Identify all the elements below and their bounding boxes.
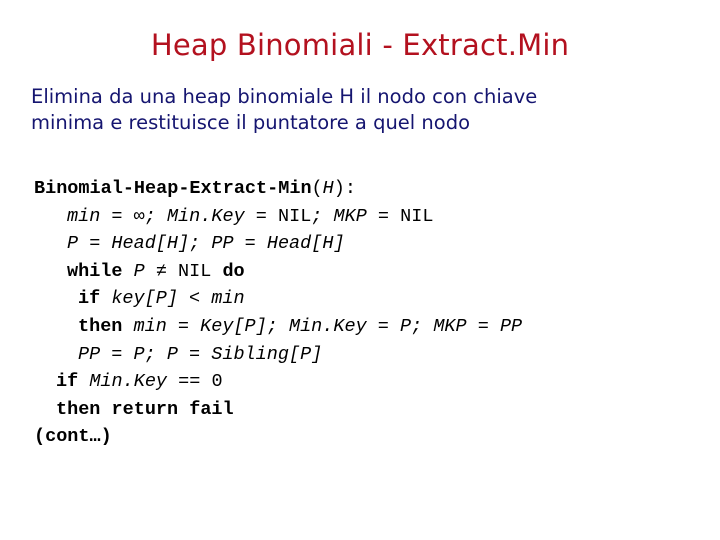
code-line-if-minkey: if Min.Key == 0 bbox=[34, 368, 714, 396]
code-line-then-return: then return fail bbox=[34, 396, 714, 424]
paren-open: ( bbox=[311, 178, 323, 199]
stmt-min-key: min = Key[P] bbox=[122, 315, 267, 337]
code-line-continuation: (cont…) bbox=[34, 423, 714, 451]
keyword-if-2: if bbox=[56, 371, 79, 393]
semicolon-1: ; bbox=[144, 205, 167, 227]
slide-root: Heap Binomiali - Extract.Min Elimina da … bbox=[0, 0, 720, 540]
cond-key-lt-min: key[P] < min bbox=[100, 288, 245, 310]
var-minkey-2: Min.Key bbox=[288, 315, 367, 337]
procedure-arg: H bbox=[322, 178, 334, 199]
page-title: Heap Binomiali - Extract.Min bbox=[150, 28, 570, 62]
code-line-init-pointers: P = Head[H]; PP = Head[H] bbox=[34, 230, 714, 258]
var-mkp: MKP bbox=[333, 205, 367, 227]
const-nil-1: NIL bbox=[277, 205, 312, 227]
description-line-1: Elimina da una heap binomiale H il nodo … bbox=[31, 85, 538, 108]
code-line-advance: PP = P; P = Sibling[P] bbox=[34, 341, 714, 369]
equality-op: == bbox=[167, 371, 212, 393]
continuation-marker: (cont…) bbox=[34, 426, 112, 448]
const-nil-2: NIL bbox=[400, 205, 434, 227]
keyword-if-1: if bbox=[78, 288, 101, 310]
code-line-signature: Binomial-Heap-Extract-Min(H): bbox=[34, 175, 714, 203]
stmt-p-sibling: P = Sibling[P] bbox=[166, 343, 323, 365]
var-minkey: Min.Key bbox=[166, 205, 245, 227]
semicolon-6: ; bbox=[144, 343, 167, 365]
not-equal-symbol: ≠ bbox=[155, 260, 167, 282]
semicolon-5: ; bbox=[411, 315, 434, 337]
var-mkp-2: MKP bbox=[433, 315, 467, 337]
procedure-name: Binomial-Heap-Extract-Min bbox=[34, 178, 312, 199]
code-line-then-update: then min = Key[P]; Min.Key = P; MKP = PP bbox=[34, 313, 714, 341]
const-zero: 0 bbox=[211, 371, 223, 393]
assign-op-4: = bbox=[466, 315, 500, 337]
var-minkey-3: Min.Key bbox=[78, 371, 168, 393]
stmt-pp-head: PP = Head[H] bbox=[211, 233, 345, 255]
infinity-symbol: ∞ bbox=[133, 205, 145, 227]
code-line-init-min: min = ∞; Min.Key = NIL; MKP = NIL bbox=[34, 203, 714, 231]
semicolon-4: ; bbox=[266, 315, 289, 337]
slide-description: Elimina da una heap binomiale H il nodo … bbox=[31, 84, 631, 136]
keyword-while: while bbox=[67, 260, 123, 282]
assign-op-1: = bbox=[244, 205, 278, 227]
code-line-while: while P ≠ NIL do bbox=[34, 258, 714, 286]
paren-close-colon: ): bbox=[333, 178, 356, 199]
const-nil-3: NIL bbox=[166, 260, 223, 282]
code-line-if-key: if key[P] < min bbox=[34, 285, 714, 313]
var-p-2: P bbox=[400, 315, 412, 337]
var-pp-2: PP bbox=[499, 315, 523, 337]
description-line-2: minima e restituisce il puntatore a quel… bbox=[31, 111, 471, 134]
keyword-then-return-fail: then return fail bbox=[56, 398, 234, 420]
assign-op-2: = bbox=[366, 205, 401, 227]
assign-op-3: = bbox=[366, 315, 400, 337]
pseudocode-block: Binomial-Heap-Extract-Min(H): min = ∞; M… bbox=[34, 175, 714, 451]
keyword-then-1: then bbox=[78, 315, 123, 337]
stmt-p-head: P = Head[H] bbox=[67, 233, 190, 255]
semicolon-3: ; bbox=[189, 233, 212, 255]
var-p: P bbox=[122, 260, 156, 282]
stmt-pp-p: PP = P bbox=[78, 343, 145, 365]
semicolon-2: ; bbox=[311, 205, 334, 227]
stmt-min-assign: min = bbox=[67, 205, 134, 227]
keyword-do: do bbox=[222, 260, 245, 282]
